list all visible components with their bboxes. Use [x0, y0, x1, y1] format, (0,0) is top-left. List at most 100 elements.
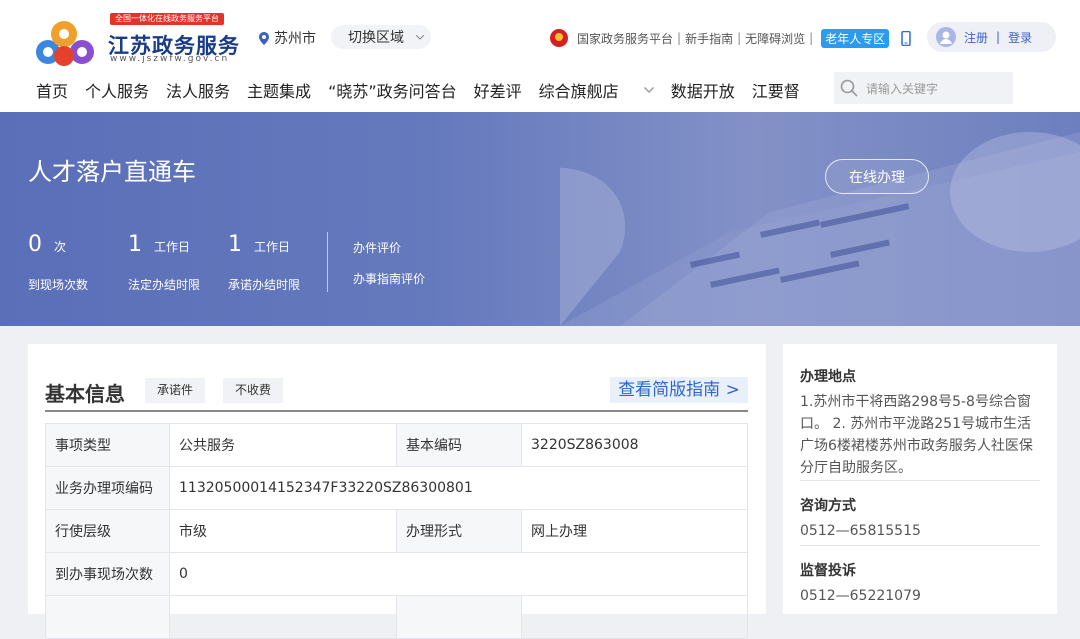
login-link[interactable]: 登录 — [1008, 29, 1032, 46]
tag-promise: 承诺件 — [145, 378, 206, 403]
field-label — [45, 595, 170, 639]
nav-item-legal-person[interactable]: 法人服务 — [166, 78, 230, 102]
search-input[interactable]: 请输入关键字 — [866, 80, 938, 97]
contact-info-card: 办理地点 1.苏州市干将西路298号5-8号综合窗口。 2. 苏州市平泷路251… — [783, 344, 1057, 614]
stat-unit: 次 — [54, 240, 67, 254]
nav-item-flagship[interactable]: 综合旗舰店 — [539, 78, 654, 102]
elder-zone-button[interactable]: 老年人专区 — [821, 28, 890, 48]
location-block: 办理地点 1.苏州市干将西路298号5-8号综合窗口。 2. 苏州市平泷路251… — [800, 366, 1040, 479]
stat-legal-limit: 1 工作日 法定办结时限 — [128, 232, 200, 292]
nav-item-rating[interactable]: 好差评 — [474, 78, 522, 102]
supervise-block: 监督投诉 0512—65221079 — [800, 560, 1040, 607]
accessible-browse-link[interactable]: 无障碍浏览 — [745, 30, 805, 47]
stat-label: 法定办结时限 — [128, 278, 201, 292]
table-row: 到办事现场次数 0 — [45, 552, 748, 596]
login-area: 注册 | 登录 — [927, 22, 1056, 52]
site-header: 全国一体化在线政务服务平台 江苏政务服务 www.jszwfw.gov.cn 苏… — [0, 0, 1080, 112]
page-title: 人才落户直通车 — [28, 158, 196, 186]
field-value: 0 — [169, 552, 748, 596]
banner-background-image — [560, 132, 1080, 326]
field-label: 行使层级 — [45, 509, 170, 553]
supervise-title: 监督投诉 — [800, 563, 856, 579]
main-nav: 首页 个人服务 法人服务 主题集成 “晓苏”政务问答台 好差评 综合旗舰店 数据… — [36, 78, 817, 102]
location-pin-icon — [259, 31, 269, 45]
stat-promised-limit: 1 工作日 承诺办结时限 — [228, 232, 300, 292]
location-title: 办理地点 — [800, 369, 856, 385]
field-value: 网上办理 — [521, 509, 748, 553]
register-link[interactable]: 注册 — [964, 29, 988, 46]
stat-unit: 工作日 — [154, 240, 191, 254]
city-name: 苏州市 — [274, 31, 316, 47]
nav-item-supervise[interactable]: 江要督 — [752, 78, 800, 102]
consult-title: 咨询方式 — [800, 498, 856, 514]
stat-value: 1 — [128, 232, 142, 257]
location-text: 1.苏州市干将西路298号5-8号综合窗口。 2. 苏州市平泷路251号城市生活… — [800, 394, 1033, 476]
logo-url: www.jszwfw.gov.cn — [110, 54, 230, 64]
basic-info-title: 基本信息 — [45, 382, 125, 406]
consult-block: 咨询方式 0512—65815515 — [800, 495, 1040, 542]
online-apply-button[interactable]: 在线办理 — [825, 159, 929, 194]
basic-info-table: 事项类型 公共服务 基本编码 3220SZ863008 业务办理项编码 1132… — [45, 423, 748, 639]
nav-item-home[interactable]: 首页 — [36, 78, 68, 102]
logo-mark-icon — [36, 21, 94, 66]
basic-info-card: 基本信息 承诺件 不收费 查看简版指南 > 事项类型 公共服务 基本编码 322… — [28, 344, 766, 639]
divider — [800, 480, 1040, 481]
field-value — [521, 595, 748, 639]
divider: | — [809, 31, 814, 45]
login-divider: | — [996, 30, 1001, 44]
mobile-phone-icon[interactable] — [901, 30, 911, 46]
service-banner: 人才落户直通车 在线办理 0次 到现场次数 1 工作日 法定办结时限 1 工作日 承… — [0, 112, 1080, 326]
chevron-down-icon — [416, 34, 424, 40]
table-row — [45, 595, 748, 639]
divider: | — [677, 31, 682, 45]
stat-unit: 工作日 — [254, 240, 291, 254]
site-logo[interactable]: 全国一体化在线政务服务平台 江苏政务服务 www.jszwfw.gov.cn — [28, 12, 239, 68]
stat-label: 承诺办结时限 — [228, 278, 301, 292]
nav-item-theme[interactable]: 主题集成 — [247, 78, 311, 102]
field-label: 事项类型 — [45, 423, 170, 467]
field-label — [396, 595, 522, 639]
divider — [800, 545, 1040, 546]
stat-value: 1 — [228, 232, 242, 257]
table-row: 行使层级 市级 办理形式 网上办理 — [45, 509, 748, 553]
nav-item-flagship-label: 综合旗舰店 — [538, 82, 619, 101]
search-icon[interactable] — [840, 79, 858, 97]
guide-evaluation-link[interactable]: 办事指南评价 — [353, 270, 425, 287]
chevron-down-icon — [643, 87, 654, 93]
field-label: 基本编码 — [396, 423, 522, 467]
field-label: 办理形式 — [396, 509, 522, 553]
user-avatar-icon — [936, 27, 956, 47]
supervise-phone: 0512—65221079 — [800, 588, 921, 604]
current-city: 苏州市 — [259, 28, 316, 48]
logo-tagline: 全国一体化在线政务服务平台 — [110, 13, 224, 25]
beginner-guide-link[interactable]: 新手指南 — [685, 30, 733, 47]
field-value: 11320500014152347F33220SZ86300801 — [169, 466, 748, 510]
stat-label: 到现场次数 — [28, 278, 89, 292]
field-label: 业务办理项编码 — [45, 466, 170, 510]
field-value — [169, 595, 397, 639]
field-label: 到办事现场次数 — [45, 552, 170, 596]
case-evaluation-link[interactable]: 办件评价 — [353, 239, 401, 256]
table-row: 业务办理项编码 11320500014152347F33220SZ8630080… — [45, 466, 748, 510]
section-divider — [45, 410, 748, 412]
field-value: 市级 — [169, 509, 397, 553]
stat-value: 0 — [28, 232, 42, 257]
nav-item-personal[interactable]: 个人服务 — [85, 78, 149, 102]
national-emblem-icon — [550, 29, 568, 47]
divider — [327, 232, 328, 292]
tag-free: 不收费 — [223, 378, 284, 403]
view-simple-guide-button[interactable]: 查看简版指南 > — [610, 377, 748, 403]
national-platform-link[interactable]: 国家政务服务平台 — [577, 30, 673, 47]
nav-item-qa[interactable]: “晓苏”政务问答台 — [328, 78, 457, 102]
nav-item-open-data[interactable]: 数据开放 — [671, 78, 735, 102]
divider: | — [737, 31, 742, 45]
stat-visit-count: 0次 到现场次数 — [28, 232, 88, 292]
top-links: 国家政务服务平台 | 新手指南 | 无障碍浏览 | 老年人专区 — [549, 28, 911, 48]
search-box[interactable]: 请输入关键字 — [834, 72, 1013, 104]
table-row: 事项类型 公共服务 基本编码 3220SZ863008 — [45, 423, 748, 467]
consult-phone: 0512—65815515 — [800, 523, 921, 539]
field-value: 3220SZ863008 — [521, 423, 748, 467]
switch-region-button[interactable]: 切换区域 — [331, 25, 431, 49]
field-value: 公共服务 — [169, 423, 397, 467]
switch-region-label: 切换区域 — [348, 30, 404, 46]
